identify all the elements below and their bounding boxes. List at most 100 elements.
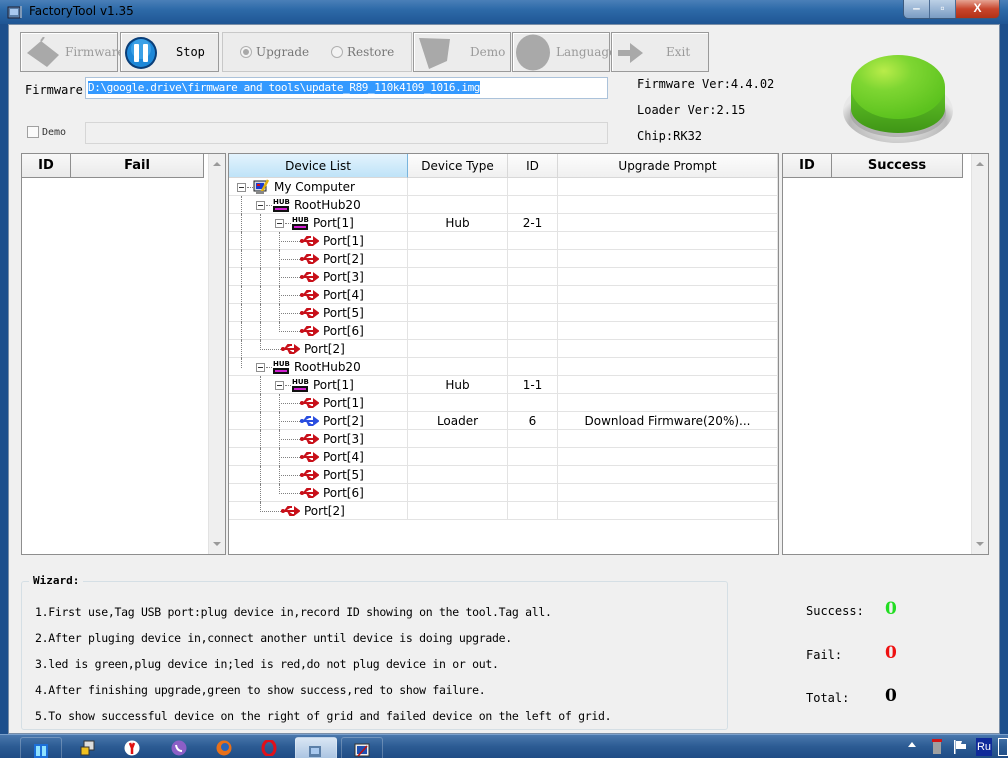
tree-guide-line [260, 322, 261, 340]
fail-grid-header-id[interactable]: ID [22, 154, 71, 178]
device-grid-header-upgrade-prompt[interactable]: Upgrade Prompt [558, 154, 778, 178]
device-type-cell [408, 322, 508, 340]
device-grid-row[interactable]: Port[1] [229, 394, 778, 412]
tray-expand-icon[interactable] [908, 742, 916, 747]
scroll-down-icon[interactable] [213, 542, 221, 546]
stop-button[interactable]: Stop [120, 32, 219, 72]
device-grid-row[interactable]: Port[6] [229, 484, 778, 502]
device-grid-row[interactable]: Port[2] [229, 340, 778, 358]
language-button[interactable]: Language [512, 32, 616, 72]
device-list-cell: Port[5] [229, 466, 408, 484]
tree-guide-line [260, 286, 261, 304]
device-grid-row[interactable]: Port[4] [229, 448, 778, 466]
device-grid-header-id[interactable]: ID [508, 154, 558, 178]
scroll-up-icon[interactable] [213, 162, 221, 166]
device-type-cell [408, 394, 508, 412]
device-grid-row[interactable]: Port[3] [229, 430, 778, 448]
success-grid-scrollbar[interactable] [971, 154, 988, 554]
taskbar-item-factorytool[interactable] [295, 737, 337, 758]
minimize-button[interactable]: ‒ [904, 0, 930, 18]
viber-icon[interactable] [171, 740, 187, 756]
yandex-browser-icon[interactable] [124, 740, 140, 756]
device-grid-row[interactable]: HUB Port[1] Hub 1-1 [229, 376, 778, 394]
taskbar-item-device-manager[interactable] [341, 737, 383, 758]
collapse-icon[interactable] [256, 201, 265, 210]
language-indicator[interactable]: Ru [976, 738, 992, 756]
collapse-icon[interactable] [256, 363, 265, 372]
tree-node[interactable]: Port[5] [299, 466, 364, 484]
device-grid-header-device-type[interactable]: Device Type [408, 154, 508, 178]
taskbar-item-start-tiles[interactable] [20, 737, 62, 758]
device-grid-row[interactable]: Port[5] [229, 304, 778, 322]
tree-node[interactable]: Port[1] [299, 394, 364, 412]
device-grid-row[interactable]: Port[2] [229, 502, 778, 520]
restore-radio[interactable]: Restore [331, 45, 394, 59]
collapse-icon[interactable] [275, 381, 284, 390]
tree-node[interactable]: Port[2] [280, 340, 345, 358]
action-center-flag-icon[interactable] [953, 739, 967, 755]
exit-button[interactable]: Exit [611, 32, 709, 72]
device-type-cell [408, 286, 508, 304]
tree-node[interactable]: HUB RootHub20 [272, 196, 361, 214]
success-grid-header-id[interactable]: ID [783, 154, 832, 178]
opera-icon[interactable] [261, 740, 277, 756]
firefox-icon[interactable] [216, 740, 232, 756]
close-button[interactable]: X [956, 0, 999, 18]
show-desktop-button[interactable] [998, 738, 1008, 756]
tree-node[interactable]: Port[2] [299, 412, 364, 430]
tree-guide-line [279, 412, 280, 430]
device-list-cell: HUB Port[1] [229, 214, 408, 232]
demo-button[interactable]: Demo [413, 32, 511, 72]
firmware-path-input[interactable]: D:\google.drive\firmware and tools\updat… [85, 77, 608, 99]
tree-node[interactable]: HUB RootHub20 [272, 358, 361, 376]
device-type-cell [408, 358, 508, 376]
success-grid-header-success[interactable]: Success [832, 154, 963, 178]
scroll-down-icon[interactable] [976, 542, 984, 546]
device-grid-row[interactable]: Port[5] [229, 466, 778, 484]
device-grid-row[interactable]: My Computer [229, 178, 778, 196]
firmware-button[interactable]: Firmware [20, 32, 125, 72]
collapse-icon[interactable] [237, 183, 246, 192]
fail-grid-scrollbar[interactable] [208, 154, 225, 554]
tree-node[interactable]: Port[2] [299, 250, 364, 268]
fail-grid-header-fail[interactable]: Fail [71, 154, 204, 178]
device-grid-row[interactable]: HUB Port[1] Hub 2-1 [229, 214, 778, 232]
safely-remove-hardware-icon[interactable] [930, 739, 944, 755]
scroll-up-icon[interactable] [976, 162, 984, 166]
tree-node[interactable]: Port[4] [299, 448, 364, 466]
device-grid-row[interactable]: Port[1] [229, 232, 778, 250]
tree-node[interactable]: Port[3] [299, 268, 364, 286]
globe-icon [516, 34, 550, 71]
tree-node[interactable]: Port[6] [299, 322, 364, 340]
device-grid-row[interactable]: Port[4] [229, 286, 778, 304]
success-count-label: Success: [806, 604, 864, 618]
computer-icon [253, 179, 270, 195]
demo-checkbox[interactable]: Demo [27, 126, 66, 138]
tree-guide-line [279, 322, 280, 332]
tree-node[interactable]: Port[5] [299, 304, 364, 322]
device-grid-row[interactable]: HUB RootHub20 [229, 196, 778, 214]
upgrade-prompt-cell [558, 214, 778, 232]
device-grid-row[interactable]: Port[2] Loader 6 Download Firmware(20%)... [229, 412, 778, 430]
device-grid-row[interactable]: Port[3] [229, 268, 778, 286]
device-list-cell: HUB Port[1] [229, 376, 408, 394]
device-grid-header-device-list[interactable]: Device List [229, 154, 408, 178]
device-grid-row[interactable]: HUB RootHub20 [229, 358, 778, 376]
device-grid-row[interactable]: Port[2] [229, 250, 778, 268]
device-grid-row[interactable]: Port[6] [229, 322, 778, 340]
tree-node[interactable]: Port[3] [299, 430, 364, 448]
device-type-cell [408, 232, 508, 250]
tree-node[interactable]: Port[2] [280, 502, 345, 520]
tree-node[interactable]: HUB Port[1] [291, 376, 354, 394]
maximize-button[interactable]: ▫ [930, 0, 956, 18]
tree-node[interactable]: My Computer [253, 178, 355, 196]
tree-node[interactable]: Port[6] [299, 484, 364, 502]
tree-guide-line [241, 268, 242, 286]
demo-input[interactable] [85, 122, 608, 144]
tree-node[interactable]: Port[1] [299, 232, 364, 250]
tree-node[interactable]: Port[4] [299, 286, 364, 304]
upgrade-radio[interactable]: Upgrade [240, 45, 309, 59]
collapse-icon[interactable] [275, 219, 284, 228]
network-tool-icon[interactable] [80, 740, 96, 756]
tree-node[interactable]: HUB Port[1] [291, 214, 354, 232]
